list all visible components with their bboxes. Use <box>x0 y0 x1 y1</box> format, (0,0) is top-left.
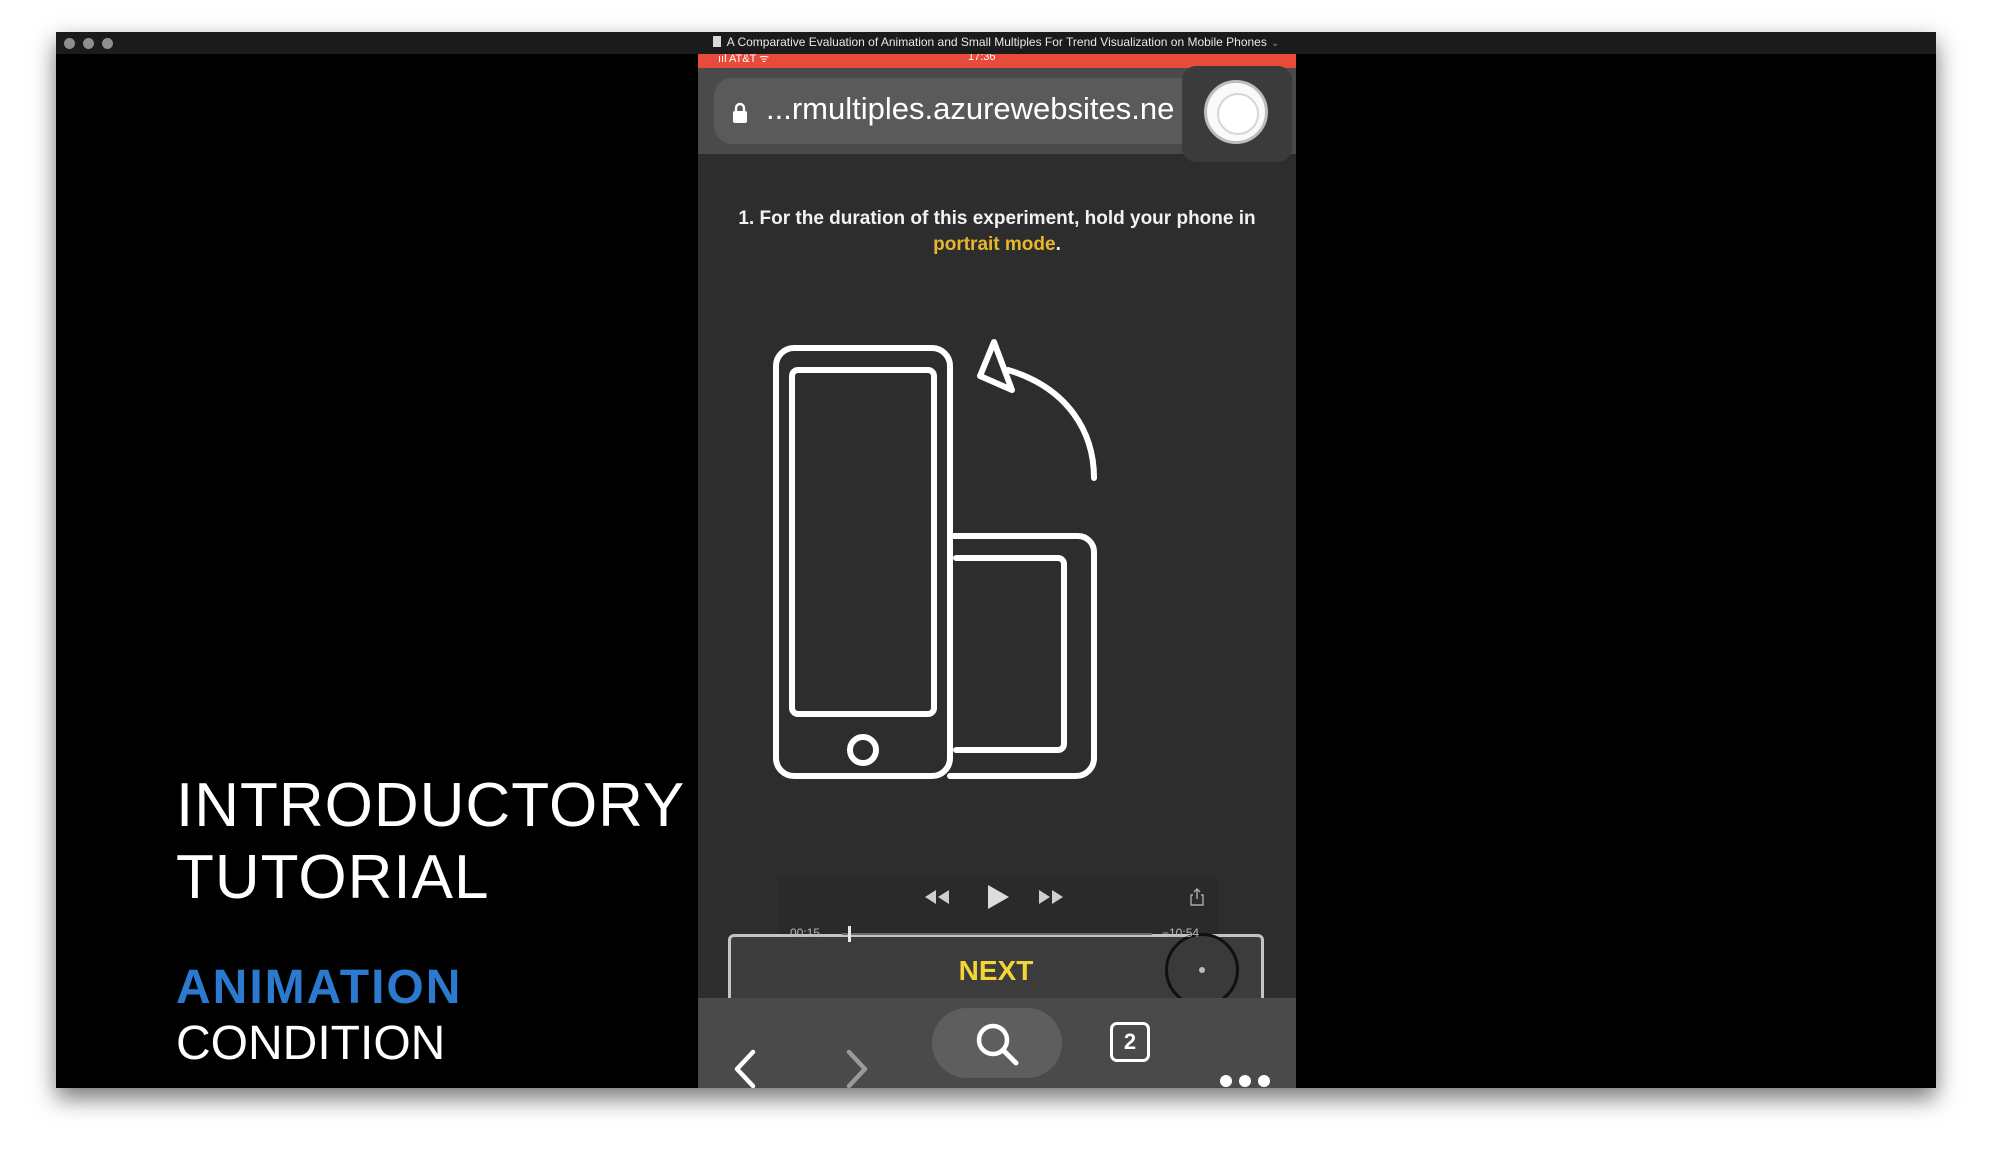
search-icon <box>976 1023 1019 1066</box>
instruction-prefix: 1. For the duration of this experiment, … <box>738 208 1256 229</box>
rotate-phone-icon <box>773 339 1097 779</box>
window-title: A Comparative Evaluation of Animation an… <box>56 35 1936 49</box>
app-window: A Comparative Evaluation of Animation an… <box>56 32 1936 1088</box>
scrubber-track[interactable] <box>842 933 1152 935</box>
play-icon[interactable] <box>986 884 1010 910</box>
instruction-suffix: . <box>1055 234 1061 255</box>
window-title-text: A Comparative Evaluation of Animation an… <box>726 35 1267 49</box>
share-icon[interactable] <box>1190 888 1204 906</box>
record-button[interactable] <box>1182 66 1292 162</box>
browser-header: ...rmultiples.azurewebsites.ne <box>698 66 1296 162</box>
tabs-button[interactable]: 2 <box>1110 1022 1154 1066</box>
tab-count: 2 <box>1123 1029 1137 1054</box>
fast-forward-icon[interactable] <box>1038 888 1064 906</box>
slide-heading: INTRODUCTORY TUTORIAL <box>176 770 685 914</box>
heading-line-2: TUTORIAL <box>176 843 490 912</box>
assistive-touch-button[interactable] <box>1165 933 1239 1007</box>
record-icon <box>1204 80 1268 144</box>
next-button[interactable]: NEXT <box>728 933 1264 1008</box>
condition-label: CONDITION <box>176 1017 446 1070</box>
phone-screen: ııl AT&T ᯤ 17:36 ...rmultiples.azurewebs… <box>698 54 1296 1088</box>
elapsed-time: 00:15 <box>790 926 821 940</box>
remaining-time: −10:54 <box>1162 926 1200 940</box>
lock-icon <box>733 102 747 123</box>
status-time: 17:36 <box>968 54 996 63</box>
chevron-left-icon[interactable] <box>732 1024 758 1088</box>
condition-name: ANIMATION <box>176 961 463 1014</box>
carrier-label: ııl AT&T ᯤ <box>718 54 770 65</box>
more-icon[interactable] <box>1218 1036 1272 1088</box>
address-url: ...rmultiples.azurewebsites.ne <box>766 91 1175 126</box>
heading-line-1: INTRODUCTORY <box>176 771 686 840</box>
scrubber-thumb[interactable] <box>848 926 851 942</box>
instruction-highlight: portrait mode <box>933 234 1056 255</box>
browser-toolbar: 2 <box>698 998 1296 1088</box>
chevron-right-icon[interactable] <box>844 1024 870 1088</box>
search-button[interactable] <box>932 1008 1062 1078</box>
title-bar: A Comparative Evaluation of Animation an… <box>56 32 1936 54</box>
document-icon <box>712 36 721 47</box>
video-frame: INTRODUCTORY TUTORIAL ANIMATION CONDITIO… <box>56 54 1936 1088</box>
title-chevron-icon[interactable]: ⌄ <box>1271 38 1279 49</box>
rewind-icon[interactable] <box>924 888 950 906</box>
instruction-text: 1. For the duration of this experiment, … <box>718 206 1276 258</box>
